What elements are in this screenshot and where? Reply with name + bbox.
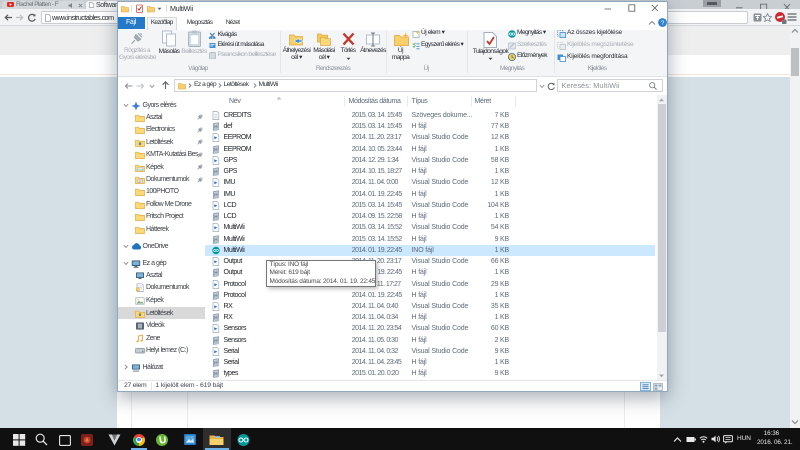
svg-text:?: ? [660,20,664,27]
